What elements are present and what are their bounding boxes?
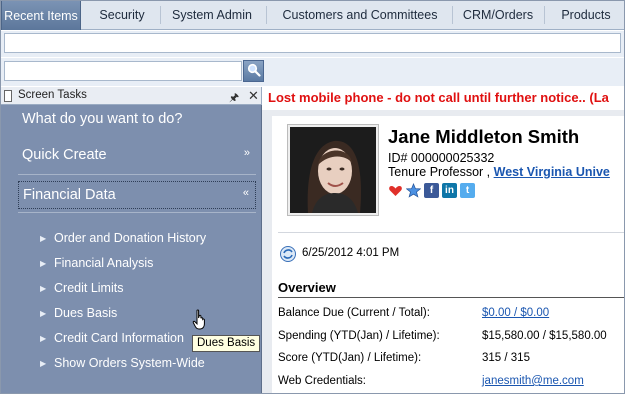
close-icon[interactable]: ✕ — [248, 88, 259, 104]
linkedin-icon[interactable]: in — [442, 183, 457, 198]
menu-item-show-orders[interactable]: ▶ Show Orders System-Wide — [40, 356, 205, 370]
profile-name: Jane Middleton Smith — [388, 126, 580, 147]
organization-link[interactable]: West Virginia Unive — [494, 165, 610, 179]
tab-recent-items[interactable]: Recent Items — [1, 0, 81, 30]
divider — [278, 297, 625, 298]
web-credentials-link[interactable]: janesmith@me.com — [482, 375, 584, 387]
address-field[interactable] — [4, 33, 621, 53]
divider — [278, 232, 625, 233]
heart-icon[interactable] — [388, 183, 403, 198]
profile-title-text: Tenure Professor , — [388, 165, 491, 179]
menu-item-label: Order and Donation History — [54, 231, 207, 245]
facebook-icon[interactable]: f — [424, 183, 439, 198]
section-financial-data[interactable]: Financial Data « — [18, 181, 256, 209]
divider — [18, 174, 256, 175]
profile-photo — [288, 125, 378, 215]
arrow-right-icon: ▶ — [40, 234, 47, 243]
divider — [18, 212, 256, 213]
menu-item-order-history[interactable]: ▶ Order and Donation History — [40, 231, 206, 245]
section-quick-create[interactable]: Quick Create » — [18, 142, 256, 170]
star-icon[interactable] — [406, 183, 421, 198]
search-button[interactable] — [243, 60, 264, 82]
arrow-right-icon: ▶ — [40, 284, 47, 293]
spending-value: $15,580.00 / $15,580.00 — [482, 330, 607, 342]
arrow-right-icon: ▶ — [40, 259, 47, 268]
tab-security[interactable]: Security — [90, 0, 154, 30]
section-label: Quick Create — [22, 147, 107, 163]
twitter-icon[interactable]: t — [460, 183, 475, 198]
tasks-prompt: What do you want to do? — [22, 111, 183, 127]
search-input[interactable] — [4, 61, 242, 81]
menu-item-dues-basis[interactable]: ▶ Dues Basis — [40, 306, 117, 320]
menu-item-label: Show Orders System-Wide — [54, 356, 205, 370]
score-label: Score (YTD(Jan) / Lifetime): — [278, 352, 422, 364]
menu-item-credit-limits[interactable]: ▶ Credit Limits — [40, 281, 123, 295]
menu-item-label: Credit Card Information — [54, 331, 184, 345]
menu-item-credit-card-info[interactable]: ▶ Credit Card Information — [40, 331, 184, 345]
chevron-double-up-icon: « — [242, 187, 249, 199]
tab-products[interactable]: Products — [552, 0, 620, 30]
timestamp: 6/25/2012 4:01 PM — [302, 247, 400, 259]
chevron-double-down-icon: » — [243, 147, 250, 159]
menu-item-financial-analysis[interactable]: ▶ Financial Analysis — [40, 256, 153, 270]
balance-due-link[interactable]: $0.00 / $0.00 — [482, 307, 549, 319]
section-label: Financial Data — [23, 187, 116, 203]
overview-heading: Overview — [278, 280, 336, 295]
tab-crm-orders[interactable]: CRM/Orders — [458, 0, 538, 30]
spending-label: Spending (YTD(Jan) / Lifetime): — [278, 330, 440, 342]
arrow-right-icon: ▶ — [40, 334, 47, 343]
alert-message: Lost mobile phone - do not call until fu… — [268, 90, 609, 105]
balance-due-label: Balance Due (Current / Total): — [278, 307, 430, 319]
social-icons: f in t — [388, 183, 475, 199]
score-value: 315 / 315 — [482, 352, 530, 364]
arrow-right-icon: ▶ — [40, 359, 47, 368]
web-credentials-label: Web Credentials: — [278, 375, 366, 387]
tab-customers-and-committees[interactable]: Customers and Committees — [272, 0, 448, 30]
screen-tasks-header: Screen Tasks 🖈︎ ✕ — [0, 87, 262, 105]
search-icon — [247, 63, 261, 80]
profile-title: Tenure Professor , West Virginia Unive — [388, 165, 610, 179]
tab-system-admin[interactable]: System Admin — [166, 0, 258, 30]
profile-id: ID# 000000025332 — [388, 151, 495, 165]
hand-cursor-icon — [192, 309, 208, 334]
menu-item-label: Credit Limits — [54, 281, 124, 295]
menu-item-label: Dues Basis — [54, 306, 118, 320]
panel-icon — [4, 90, 12, 102]
arrow-right-icon: ▶ — [40, 309, 47, 318]
main-tab-bar: Recent Items Security System Admin Custo… — [0, 0, 625, 30]
refresh-icon[interactable] — [279, 245, 297, 266]
tooltip: Dues Basis — [192, 335, 261, 352]
screen-tasks-title: Screen Tasks — [18, 89, 87, 101]
menu-item-label: Financial Analysis — [54, 256, 154, 270]
